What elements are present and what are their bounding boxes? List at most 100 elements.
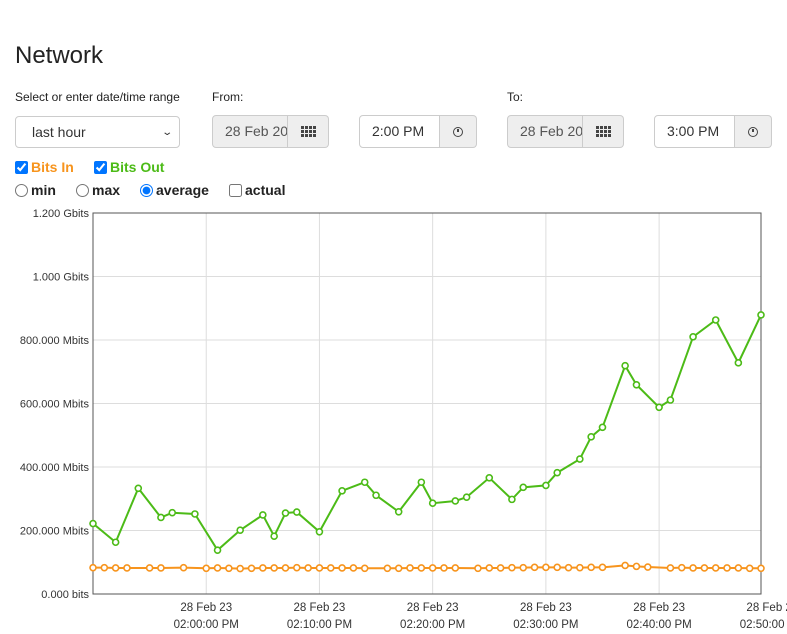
data-point-bits-in <box>394 564 403 573</box>
y-tick-label: 1.200 Gbits <box>33 208 90 220</box>
data-point-bits-out <box>757 311 765 319</box>
x-tick-time: 02:20:00 PM <box>400 619 465 631</box>
data-point-bits-in <box>643 563 652 571</box>
data-point-bits-in <box>723 564 731 572</box>
data-point-bits-in <box>145 564 154 572</box>
x-tick-time: 02:50:00 PM <box>740 619 787 631</box>
y-tick-label: 0.000 bits <box>41 589 89 601</box>
data-point-bits-in <box>315 564 324 572</box>
data-point-bits-out <box>462 493 471 501</box>
data-point-bits-in <box>519 563 528 572</box>
x-tick-time: 02:30:00 PM <box>513 619 578 631</box>
data-point-bits-out <box>213 546 222 554</box>
data-point-bits-out <box>428 499 437 507</box>
data-point-bits-out <box>598 423 607 432</box>
data-point-bits-out <box>259 511 267 519</box>
data-point-bits-out <box>553 468 562 477</box>
data-point-bits-out <box>734 359 743 367</box>
x-tick-date: 28 Feb 23 <box>633 602 685 614</box>
data-point-bits-in <box>213 564 222 572</box>
x-tick-time: 02:40:00 PM <box>626 619 691 631</box>
data-point-bits-in <box>157 564 165 572</box>
data-point-bits-in <box>474 564 482 573</box>
data-point-bits-in <box>666 564 675 572</box>
data-point-bits-in <box>360 564 369 573</box>
data-point-bits-out <box>508 495 516 504</box>
data-point-bits-in <box>542 563 550 572</box>
data-point-bits-out <box>270 532 278 541</box>
data-point-bits-out <box>157 513 165 522</box>
data-point-bits-out <box>587 433 595 441</box>
data-point-bits-in <box>711 564 720 572</box>
data-point-bits-in <box>292 563 301 572</box>
data-point-bits-out <box>236 526 244 534</box>
data-point-bits-in <box>757 564 765 573</box>
data-point-bits-in <box>89 563 97 572</box>
x-tick-date: 28 Feb 23 <box>520 602 572 614</box>
data-point-bits-out <box>372 491 380 500</box>
y-tick-label: 400.000 Mbits <box>20 462 90 474</box>
data-point-bits-in <box>326 564 335 572</box>
data-point-bits-out <box>666 396 675 404</box>
y-tick-label: 600.000 Mbits <box>20 399 90 411</box>
data-point-bits-out <box>89 519 97 528</box>
x-tick-time: 02:10:00 PM <box>287 619 352 631</box>
data-point-bits-out <box>338 487 346 495</box>
data-point-bits-in <box>338 564 346 572</box>
x-tick-date: 28 Feb 23 <box>407 602 459 614</box>
data-point-bits-out <box>111 538 120 547</box>
data-point-bits-out <box>451 497 460 505</box>
data-point-bits-in <box>247 564 256 573</box>
network-chart: 0.000 bits 200.000 Mbits 400.000 Mbits 600.… <box>20 208 787 631</box>
data-point-bits-in <box>564 563 573 572</box>
data-point-bits-out <box>632 380 641 389</box>
data-point-bits-in <box>440 564 448 572</box>
data-point-bits-in <box>598 563 607 572</box>
data-point-bits-in <box>179 563 188 572</box>
data-point-bits-out <box>315 527 324 536</box>
data-point-bits-out <box>360 478 369 487</box>
x-tick-date: 28 Feb 23 <box>294 602 346 614</box>
data-point-bits-in <box>202 564 211 573</box>
data-point-bits-out <box>542 481 550 490</box>
data-point-bits-out <box>168 508 177 517</box>
data-point-bits-in <box>689 564 697 572</box>
data-point-bits-in <box>677 563 686 572</box>
data-point-bits-out <box>711 316 720 324</box>
data-point-bits-in <box>123 564 131 572</box>
data-point-bits-out <box>485 473 494 482</box>
x-tick-date: 28 Feb 23 <box>746 602 787 614</box>
data-point-bits-in <box>508 563 516 572</box>
y-tick-label: 800.000 Mbits <box>20 335 90 347</box>
data-point-bits-in <box>111 564 120 572</box>
data-point-bits-in <box>383 564 392 573</box>
data-point-bits-in <box>225 564 233 573</box>
data-point-bits-out <box>621 361 629 370</box>
data-point-bits-in <box>406 564 414 572</box>
data-point-bits-in <box>632 562 641 571</box>
data-point-bits-out <box>519 483 528 492</box>
data-point-bits-in <box>587 563 595 572</box>
y-tick-label: 200.000 Mbits <box>20 526 90 538</box>
data-point-bits-in <box>270 564 278 572</box>
data-point-bits-out <box>394 507 403 516</box>
data-point-bits-in <box>745 564 754 573</box>
data-point-bits-in <box>349 564 358 572</box>
y-tick-label: 1.000 Gbits <box>33 272 90 284</box>
data-point-bits-in <box>451 564 460 572</box>
data-point-bits-out <box>655 403 663 412</box>
data-point-bits-in <box>259 564 267 572</box>
data-point-bits-out <box>281 509 290 517</box>
data-point-bits-in <box>281 564 290 572</box>
data-point-bits-in <box>100 563 109 572</box>
data-point-bits-in <box>428 564 437 572</box>
data-point-bits-in <box>621 561 629 570</box>
x-tick-date: 28 Feb 23 <box>180 602 232 614</box>
data-point-bits-in <box>734 564 743 572</box>
data-point-bits-in <box>485 564 494 572</box>
data-point-bits-in <box>700 564 709 572</box>
data-point-bits-out <box>576 455 584 463</box>
data-point-bits-in <box>304 564 312 572</box>
data-point-bits-in <box>576 563 584 572</box>
x-tick-time: 02:00:00 PM <box>174 619 239 631</box>
